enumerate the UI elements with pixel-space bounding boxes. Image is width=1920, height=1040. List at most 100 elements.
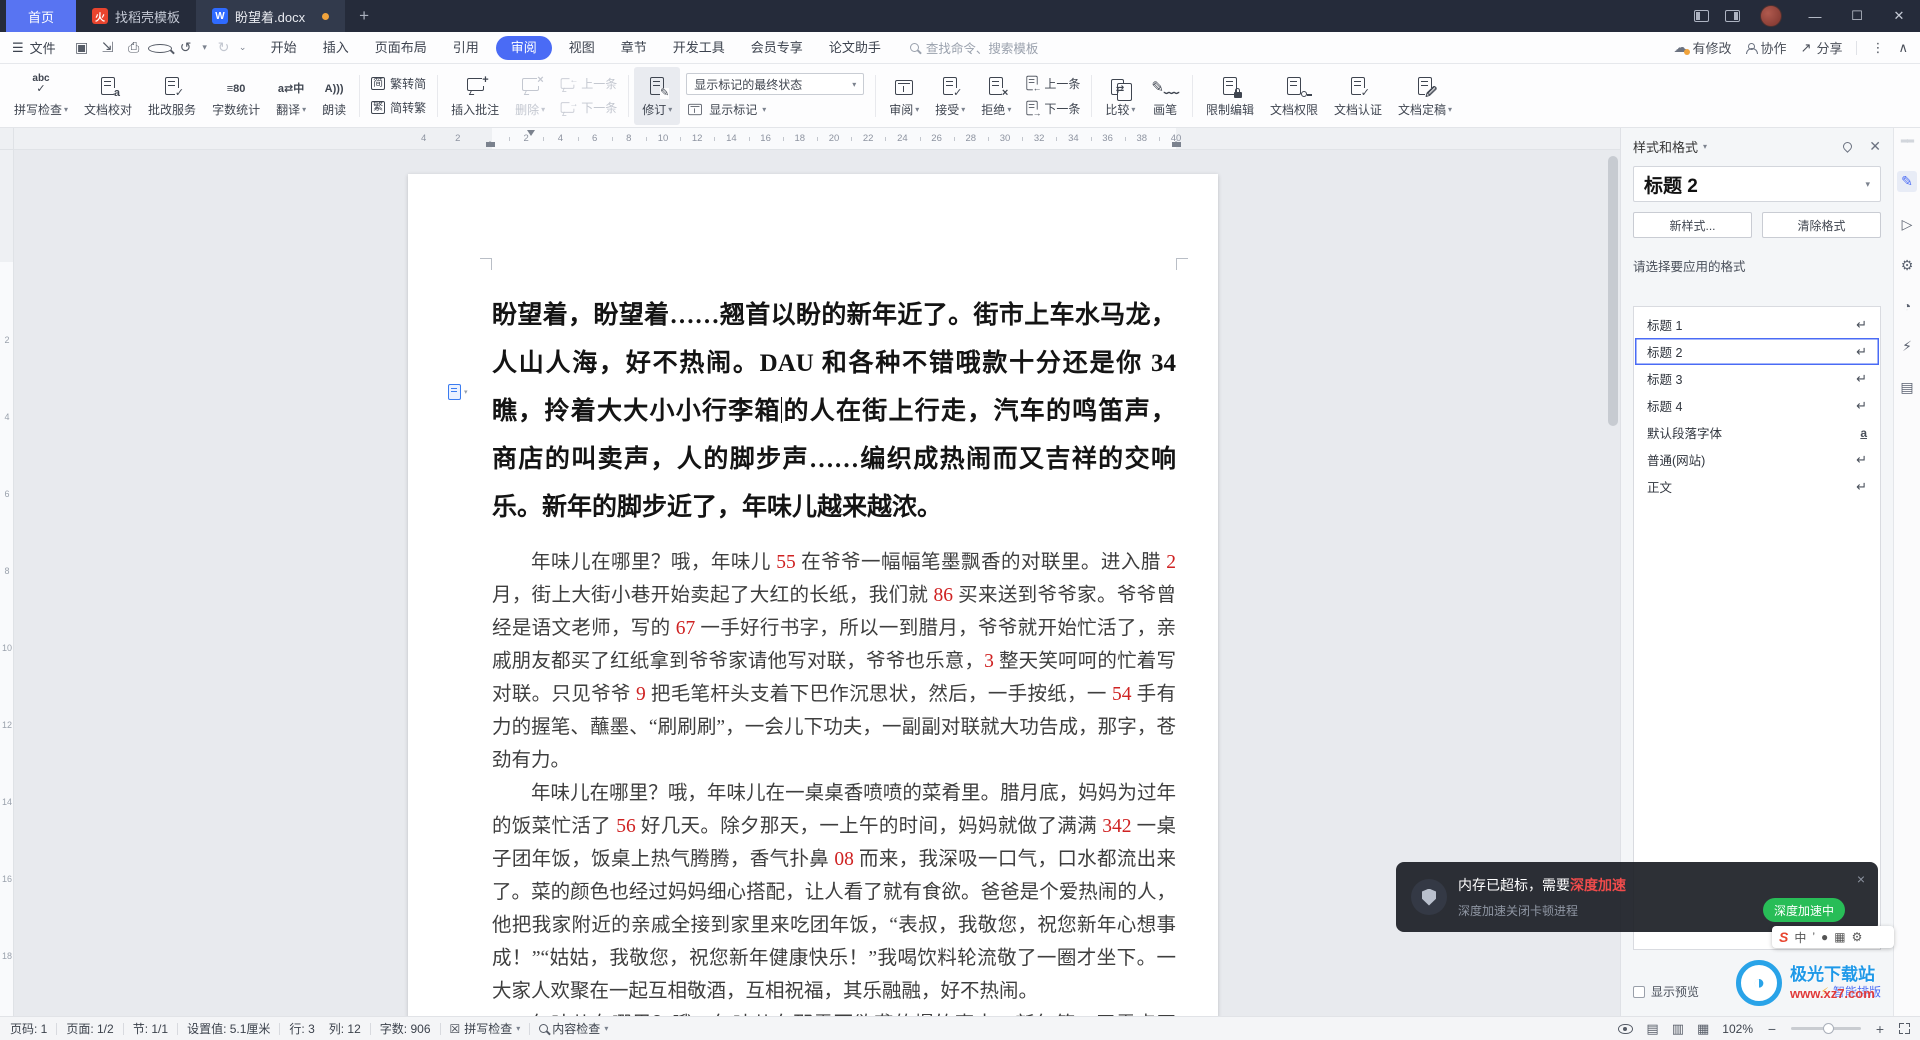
- more-options-icon[interactable]: ⋮: [1871, 40, 1884, 56]
- close-panel-icon[interactable]: ✕: [1869, 138, 1881, 155]
- new-style-button[interactable]: 新样式...: [1633, 212, 1752, 238]
- zoom-in-icon[interactable]: +: [1874, 1021, 1886, 1037]
- compare-button[interactable]: ⇄ 比较▾: [1097, 67, 1143, 125]
- restrict-editing-button[interactable]: 限制编辑: [1198, 67, 1262, 125]
- grading-service-button[interactable]: ✓ 批改服务: [140, 67, 204, 125]
- show-preview-checkbox[interactable]: [1633, 986, 1645, 998]
- ime-mic-icon[interactable]: ●: [1821, 930, 1828, 944]
- fullscreen-icon[interactable]: [1899, 1023, 1910, 1034]
- share-button[interactable]: ↗分享: [1801, 38, 1843, 57]
- boost-link[interactable]: 深度加速: [1570, 877, 1626, 893]
- close-button[interactable]: ✕: [1878, 0, 1920, 32]
- quick-actions-icon[interactable]: ⚡: [1902, 338, 1912, 355]
- previous-change-button[interactable]: ←上一条: [1025, 74, 1080, 92]
- outline-view-icon[interactable]: ▥: [1672, 1021, 1684, 1037]
- panel-right-toggle-icon[interactable]: [1725, 10, 1740, 22]
- boost-button[interactable]: 深度加速中: [1763, 898, 1845, 922]
- adjust-tool-icon[interactable]: ⚙: [1901, 257, 1914, 274]
- style-item-标题 4[interactable]: 标题 4↵: [1635, 392, 1879, 419]
- export-icon[interactable]: ⇲: [96, 39, 120, 56]
- customize-qat-icon[interactable]: ⌄: [238, 42, 248, 53]
- menu-tab-页面布局[interactable]: 页面布局: [362, 36, 440, 60]
- tab-home[interactable]: 首页: [6, 0, 76, 32]
- next-change-button[interactable]: →下一条: [1025, 99, 1080, 117]
- content-check-status-button[interactable]: 内容检查▾: [539, 1020, 608, 1037]
- document-certify-button[interactable]: ✓ 文档认证: [1326, 67, 1390, 125]
- new-tab-button[interactable]: +: [345, 0, 383, 32]
- ime-settings-icon[interactable]: ⚙: [1852, 930, 1863, 944]
- sync-status-button[interactable]: ☁有修改: [1674, 38, 1732, 57]
- style-item-标题 3[interactable]: 标题 3↵: [1635, 365, 1879, 392]
- ime-keyboard-icon[interactable]: ▦: [1834, 930, 1845, 944]
- vertical-ruler[interactable]: 24681012141618: [0, 150, 14, 1016]
- menu-tab-开发工具[interactable]: 开发工具: [660, 36, 738, 60]
- insert-comment-button[interactable]: + 插入批注: [443, 67, 507, 125]
- web-view-icon[interactable]: ▦: [1697, 1021, 1709, 1037]
- zoom-out-icon[interactable]: −: [1766, 1021, 1778, 1037]
- print-preview-icon[interactable]: [148, 40, 172, 56]
- document-area[interactable]: ▾ 盼望着，盼望着……翘首以盼的新年近了。街市上车水马龙，人山人海，好不热闹。D…: [14, 150, 1620, 1016]
- spell-check-status-button[interactable]: ☒拼写检查▾: [450, 1020, 521, 1037]
- document-heading[interactable]: 盼望着，盼望着……翘首以盼的新年近了。街市上车水马龙，人山人海，好不热闹。DAU…: [492, 292, 1176, 532]
- ime-toolbar[interactable]: S 中 ’ ● ▦ ⚙: [1772, 926, 1894, 948]
- delete-comment-button[interactable]: × 删除▾: [507, 67, 553, 125]
- style-item-正文[interactable]: 正文↵: [1635, 473, 1879, 500]
- document-page[interactable]: ▾ 盼望着，盼望着……翘首以盼的新年近了。街市上车水马龙，人山人海，好不热闹。D…: [408, 174, 1218, 1016]
- print-icon[interactable]: ⎙: [122, 39, 146, 56]
- track-changes-button[interactable]: ✎ 修订▾: [634, 67, 680, 125]
- style-item-标题 2[interactable]: 标题 2↵: [1635, 338, 1879, 365]
- show-markup-button[interactable]: 显示标记▾: [686, 101, 864, 118]
- review-pane-button[interactable]: 审阅▾: [881, 67, 927, 125]
- file-menu-button[interactable]: ☰文件: [0, 38, 70, 57]
- clear-format-button[interactable]: 清除格式: [1762, 212, 1881, 238]
- trad-to-simp-button[interactable]: 简繁转简: [371, 75, 426, 92]
- vertical-scrollbar[interactable]: [1608, 156, 1618, 426]
- redo-icon[interactable]: ↻: [212, 39, 236, 56]
- page-view-icon[interactable]: ▤: [1646, 1021, 1658, 1037]
- pin-icon[interactable]: [1841, 140, 1854, 153]
- eye-protection-icon[interactable]: [1618, 1024, 1633, 1034]
- left-indent-marker[interactable]: [486, 142, 495, 147]
- zoom-slider-knob[interactable]: [1823, 1023, 1834, 1034]
- zoom-slider[interactable]: [1791, 1027, 1861, 1030]
- reader-tool-icon[interactable]: ▤: [1900, 379, 1913, 396]
- ime-punctuation[interactable]: ’: [1812, 930, 1815, 944]
- word-count-button[interactable]: ≡80 字数统计: [204, 67, 268, 125]
- menu-tab-章节[interactable]: 章节: [608, 36, 660, 60]
- menu-tab-引用[interactable]: 引用: [440, 36, 492, 60]
- style-item-默认段落字体[interactable]: 默认段落字体a: [1635, 419, 1879, 446]
- document-body[interactable]: 年味儿在哪里？哦，年味儿 55 在爷爷一幅幅笔墨飘香的对联里。进入腊 2 月，街…: [492, 546, 1176, 1016]
- read-aloud-button[interactable]: A))) 朗读: [314, 67, 354, 125]
- menu-tab-插入[interactable]: 插入: [310, 36, 362, 60]
- user-avatar[interactable]: [1760, 5, 1782, 27]
- collapse-ribbon-icon[interactable]: ∧: [1898, 40, 1908, 56]
- collaborate-button[interactable]: 协作: [1746, 38, 1787, 57]
- tab-document[interactable]: W 盼望着.docx: [196, 0, 345, 32]
- minimize-button[interactable]: —: [1794, 0, 1836, 32]
- select-tool-icon[interactable]: ▷: [1902, 216, 1913, 233]
- panel-left-toggle-icon[interactable]: [1694, 10, 1709, 22]
- caret-down-icon[interactable]: ▾: [1703, 142, 1707, 151]
- assistant-tool-icon[interactable]: ◔: [1903, 298, 1911, 314]
- menu-tab-审阅[interactable]: 审阅: [496, 36, 552, 60]
- popup-close-icon[interactable]: ×: [1857, 871, 1865, 887]
- tab-docer-templates[interactable]: 火 找稻壳模板: [76, 0, 196, 32]
- reject-change-button[interactable]: × 拒绝▾: [973, 67, 1019, 125]
- menu-tab-会员专享[interactable]: 会员专享: [738, 36, 816, 60]
- menu-tab-视图[interactable]: 视图: [556, 36, 608, 60]
- markup-state-select[interactable]: 显示标记的最终状态▾: [686, 73, 864, 95]
- save-icon[interactable]: ▣: [70, 39, 94, 56]
- current-style-select[interactable]: 标题 2 ▾: [1633, 166, 1881, 202]
- accept-change-button[interactable]: ✓ 接受▾: [927, 67, 973, 125]
- finalize-document-button[interactable]: 🖉 文档定稿▾: [1390, 67, 1460, 125]
- command-search[interactable]: 查找命令、搜索模板: [910, 38, 1039, 57]
- document-permission-button[interactable]: 文档权限: [1262, 67, 1326, 125]
- edit-tool-icon[interactable]: ✎: [1897, 171, 1917, 192]
- menu-tab-论文助手[interactable]: 论文助手: [816, 36, 894, 60]
- maximize-button[interactable]: ☐: [1836, 0, 1878, 32]
- next-comment-button[interactable]: →下一条: [559, 99, 617, 116]
- translate-button[interactable]: a⇄中 翻译▾: [268, 67, 314, 125]
- style-item-标题 1[interactable]: 标题 1↵: [1635, 311, 1879, 338]
- ime-language-mode[interactable]: 中: [1794, 929, 1806, 946]
- spell-check-button[interactable]: abc✓ 拼写检查▾: [6, 67, 76, 125]
